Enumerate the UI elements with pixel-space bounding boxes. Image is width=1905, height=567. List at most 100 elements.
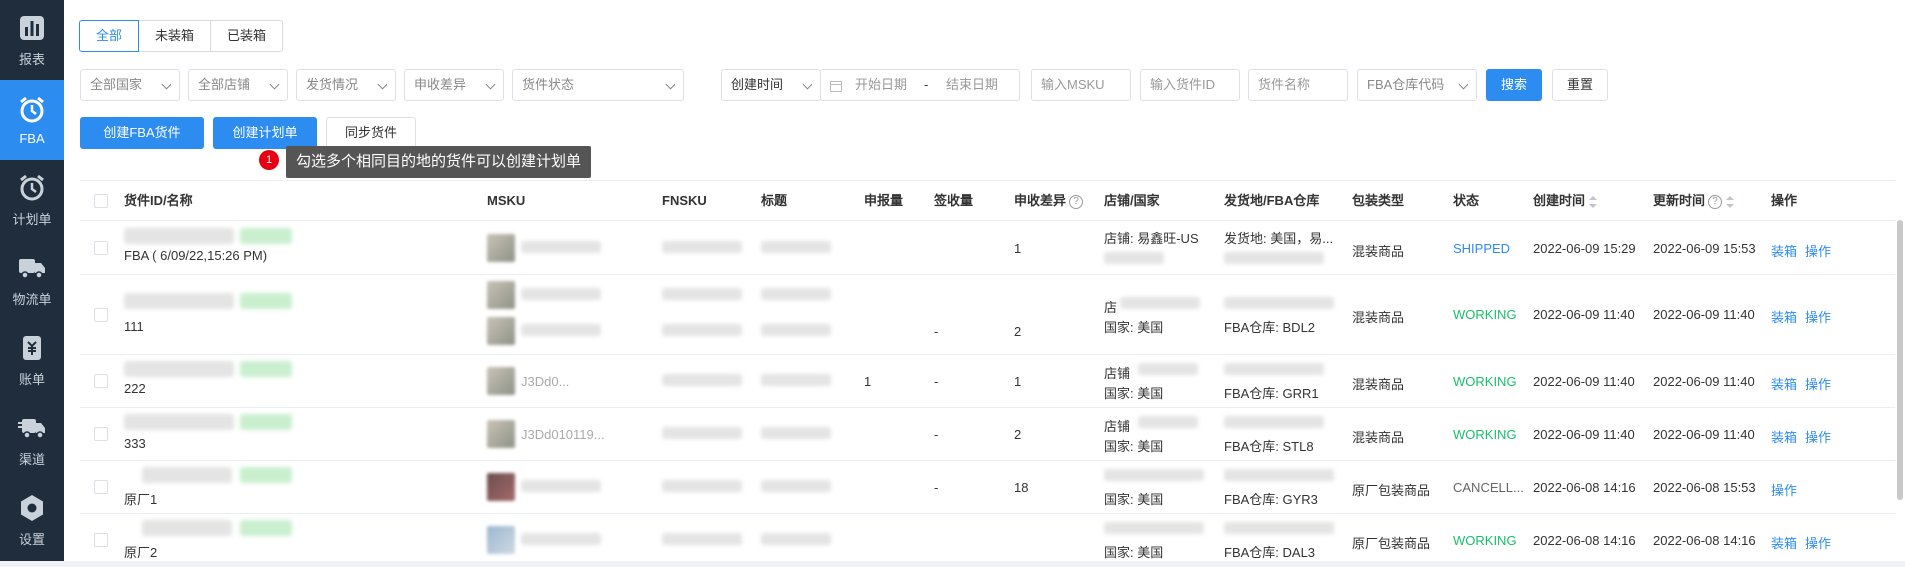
chevron-down-icon — [269, 79, 280, 90]
store-value: 店铺 — [1104, 366, 1131, 381]
col-created[interactable]: 创建时间 — [1533, 181, 1598, 221]
table-row[interactable]: 原厂2 国家: 美国 FBA仓库: DAL3 原厂包装商品 WORKING 20… — [80, 514, 1895, 567]
sidebar-item-label: FBA — [19, 130, 45, 146]
select-all-checkbox[interactable] — [94, 194, 108, 208]
fba-code-select[interactable]: FBA仓库代码 — [1357, 69, 1477, 101]
sidebar-item-plans[interactable]: 计划单 — [0, 160, 64, 240]
origin-value: 发货地: 美国，易... — [1224, 231, 1334, 246]
chevron-down-icon — [377, 79, 388, 90]
pack-link[interactable]: 装箱 — [1771, 427, 1797, 446]
row-checkbox[interactable] — [94, 427, 108, 441]
tab-all[interactable]: 全部 — [79, 20, 140, 52]
row-checkbox[interactable] — [94, 241, 108, 255]
sidebar-item-label: 渠道 — [18, 451, 45, 467]
action-link[interactable]: 操作 — [1805, 533, 1831, 552]
row-checkbox[interactable] — [94, 533, 108, 547]
diff-select[interactable]: 申收差异 — [404, 69, 504, 101]
col-store: 店铺/国家 — [1104, 193, 1160, 208]
col-diff-label: 申收差异 — [1014, 193, 1067, 208]
tab-packed[interactable]: 已装箱 — [210, 20, 284, 52]
time-type-select-value: 创建时间 — [731, 77, 784, 92]
action-link[interactable]: 操作 — [1805, 307, 1831, 326]
col-updated-label: 更新时间 — [1653, 193, 1706, 208]
diff-value: 18 — [1014, 480, 1029, 495]
msku-input[interactable]: 输入MSKU — [1031, 69, 1131, 101]
table-row[interactable]: FBA ( 6/09/22,15:26 PM) 1 店铺: 易鑫旺-US 发货地… — [80, 222, 1895, 275]
status-badge: WORKING — [1453, 533, 1517, 548]
col-ops: 操作 — [1771, 193, 1798, 208]
col-created-label: 创建时间 — [1533, 193, 1586, 208]
shipment-name: 333 — [124, 436, 146, 451]
shipment-id-input[interactable]: 输入货件ID — [1140, 69, 1240, 101]
msku-value: J3Dd010119... — [521, 427, 605, 442]
table-row[interactable]: 222 J3Dd0... 1 - 1 店铺 国家: 美国 FBA仓库: GRR1… — [80, 355, 1895, 408]
shipment-name-input[interactable]: 货件名称 — [1248, 69, 1348, 101]
bill-icon — [17, 333, 47, 363]
gear-icon — [17, 493, 47, 523]
updated-time: 2022-06-09 11:40 — [1653, 307, 1755, 322]
row-checkbox[interactable] — [94, 308, 108, 322]
search-button[interactable]: 搜索 — [1486, 69, 1542, 101]
country-select[interactable]: 全部国家 — [80, 69, 180, 101]
status-tabs: 全部 未装箱 已装箱 — [79, 20, 284, 52]
row-checkbox[interactable] — [94, 374, 108, 388]
start-date-input[interactable]: 开始日期 — [855, 70, 907, 100]
main-panel: 全部 未装箱 已装箱 全部国家 全部店铺 发货情况 申收差异 货件状态 创建时间… — [64, 0, 1905, 561]
pack-type: 原厂包装商品 — [1352, 536, 1431, 551]
pack-link[interactable]: 装箱 — [1771, 241, 1797, 260]
chevron-down-icon — [802, 79, 813, 90]
shipment-status-select[interactable]: 货件状态 — [512, 69, 684, 101]
action-link[interactable]: 操作 — [1805, 374, 1831, 393]
fba-warehouse: FBA仓库: STL8 — [1224, 439, 1314, 454]
pack-link[interactable]: 装箱 — [1771, 374, 1797, 393]
received-value: - — [934, 480, 939, 495]
fba-code-select-value: FBA仓库代码 — [1367, 77, 1445, 92]
sort-icon[interactable] — [1589, 195, 1598, 208]
col-msku: MSKU — [487, 193, 526, 208]
sync-button[interactable]: 同步货件 — [326, 117, 416, 149]
updated-time: 2022-06-09 15:53 — [1653, 241, 1756, 256]
pack-link[interactable]: 装箱 — [1771, 307, 1797, 326]
sidebar-item-reports[interactable]: 报表 — [0, 0, 64, 80]
ship-status-select[interactable]: 发货情况 — [296, 69, 396, 101]
sidebar-item-bills[interactable]: 账单 — [0, 320, 64, 400]
date-range-picker[interactable]: 开始日期 - 结束日期 — [820, 69, 1020, 101]
table-row[interactable]: 原厂1 - 18 国家: 美国 FBA仓库: GYR3 原厂包装商品 CANCE… — [80, 461, 1895, 514]
created-time: 2022-06-08 14:16 — [1533, 533, 1636, 548]
col-updated[interactable]: 更新时间? — [1653, 181, 1735, 221]
reset-button[interactable]: 重置 — [1552, 69, 1608, 101]
calendar-icon — [830, 81, 842, 92]
create-plan-button[interactable]: 创建计划单 — [213, 117, 317, 149]
time-type-select[interactable]: 创建时间 — [721, 69, 821, 101]
tab-unpacked[interactable]: 未装箱 — [138, 20, 212, 52]
col-origin: 发货地/FBA仓库 — [1224, 193, 1320, 208]
help-icon[interactable]: ? — [1069, 194, 1084, 209]
pack-type: 原厂包装商品 — [1352, 483, 1431, 498]
action-link[interactable]: 操作 — [1771, 480, 1797, 499]
action-link[interactable]: 操作 — [1805, 241, 1831, 260]
sort-icon[interactable] — [1726, 195, 1735, 208]
sidebar-item-logistics[interactable]: 物流单 — [0, 240, 64, 320]
pack-link[interactable]: 装箱 — [1771, 533, 1797, 552]
sidebar-item-channels[interactable]: 渠道 — [0, 400, 64, 480]
sidebar-item-settings[interactable]: 设置 — [0, 480, 64, 560]
chevron-down-icon — [665, 79, 676, 90]
fba-warehouse: FBA仓库: GRR1 — [1224, 386, 1319, 401]
action-link[interactable]: 操作 — [1805, 427, 1831, 446]
col-status: 状态 — [1453, 193, 1480, 208]
row-checkbox[interactable] — [94, 480, 108, 494]
shipment-name: 222 — [124, 381, 146, 396]
store-select[interactable]: 全部店铺 — [188, 69, 288, 101]
declared-value: 1 — [864, 374, 872, 389]
chevron-down-icon — [161, 79, 172, 90]
help-icon[interactable]: ? — [1708, 194, 1723, 209]
create-fba-button[interactable]: 创建FBA货件 — [80, 117, 204, 149]
table-row[interactable]: 333 J3Dd010119... - 2 店铺 国家: 美国 FBA仓库: S… — [80, 408, 1895, 461]
vertical-scrollbar[interactable] — [1897, 220, 1903, 500]
end-date-input[interactable]: 结束日期 — [946, 70, 998, 100]
table-row[interactable]: 111 - 2 店 国家: 美国 FBA仓库: BDL2 混装商品 WORKIN… — [80, 275, 1895, 355]
sidebar-item-fba[interactable]: FBA — [0, 80, 64, 160]
col-shipment: 货件ID/名称 — [124, 193, 193, 208]
country-value: 国家: 美国 — [1104, 320, 1164, 335]
status-badge: WORKING — [1453, 374, 1517, 389]
